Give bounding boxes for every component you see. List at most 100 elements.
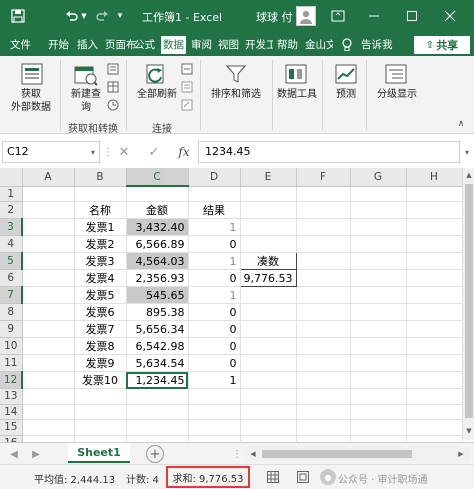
select-all-corner[interactable] [0,168,23,187]
cell-f9[interactable] [296,320,351,338]
edit-links-icon[interactable] [180,98,194,112]
tab-insert[interactable]: 插入 [77,36,98,54]
cell-e9[interactable] [240,320,297,338]
cell-e4[interactable] [240,235,297,253]
cell-g11[interactable] [350,354,407,372]
cell-d3[interactable]: 1 [188,218,241,236]
cell-e14[interactable] [240,404,297,420]
cell-g1[interactable] [350,186,407,202]
minimize-icon[interactable] [366,8,382,24]
cell-f1[interactable] [296,186,351,202]
cell-d11[interactable]: 0 [188,354,241,372]
scroll-right-icon[interactable]: ▶ [456,449,466,459]
cell-b7[interactable]: 发票5 [74,286,127,304]
cell-e3[interactable] [240,218,297,236]
prev-sheet-icon[interactable]: ◀ [8,447,20,461]
refresh-all-icon[interactable] [142,60,170,88]
undo-dropdown-icon[interactable]: ▼ [80,12,88,20]
cell-g7[interactable] [350,286,407,304]
properties-icon[interactable] [180,80,194,94]
cell-a15[interactable] [22,419,75,436]
cell-g6[interactable] [350,269,407,287]
cell-h15[interactable] [406,419,463,436]
cell-d4[interactable]: 0 [188,235,241,253]
cell-f10[interactable] [296,337,351,355]
tab-view[interactable]: 视图 [218,36,239,54]
cell-a8[interactable] [22,303,75,321]
cell-f3[interactable] [296,218,351,236]
row-header-12[interactable]: 12 [0,371,23,389]
cell-h1[interactable] [406,186,463,202]
row-header-6[interactable]: 6 [0,269,23,287]
tab-developer[interactable]: 开发工 [245,36,273,54]
row-header-14[interactable]: 14 [0,404,23,420]
cell-g9[interactable] [350,320,407,338]
cell-c1[interactable] [126,186,189,202]
cell-a9[interactable] [22,320,75,338]
maximize-icon[interactable] [404,8,420,24]
cell-c6[interactable]: 2,356.93 [126,269,189,287]
ribbon-display-icon[interactable] [330,8,346,24]
cell-f2[interactable] [296,201,351,219]
next-sheet-icon[interactable]: ▶ [30,447,42,461]
cell-b6[interactable]: 发票4 [74,269,127,287]
undo-icon[interactable] [64,8,80,24]
chevron-down-icon[interactable]: ▾ [88,145,98,159]
cell-d8[interactable]: 0 [188,303,241,321]
cell-f11[interactable] [296,354,351,372]
cell-h3[interactable] [406,218,463,236]
connections-icon[interactable] [180,62,194,76]
cell-b14[interactable] [74,404,127,420]
row-header-15[interactable]: 15 [0,419,23,436]
normal-view-icon[interactable] [266,470,280,484]
close-icon[interactable] [442,8,458,24]
cell-d2[interactable]: 结果 [188,201,241,219]
tab-page-layout[interactable]: 页面布 [105,36,137,54]
cell-g2[interactable] [350,201,407,219]
data-tools-icon[interactable] [282,60,310,88]
row-header-9[interactable]: 9 [0,320,23,338]
get-external-data-icon[interactable] [18,60,46,88]
cell-b1[interactable] [74,186,127,202]
formula-input[interactable]: 1234.45 [198,141,460,163]
tell-me-box[interactable]: 告诉我 [361,36,393,54]
cell-a1[interactable] [22,186,75,202]
add-sheet-icon[interactable]: + [146,445,164,463]
cell-a7[interactable] [22,286,75,304]
cell-d7[interactable]: 1 [188,286,241,304]
cell-g15[interactable] [350,419,407,436]
cell-b9[interactable]: 发票7 [74,320,127,338]
sort-filter-button[interactable]: 排序和筛选 [205,88,267,101]
show-queries-icon[interactable] [106,62,120,76]
cell-e10[interactable] [240,337,297,355]
cell-b13[interactable] [74,388,127,405]
cell-b15[interactable] [74,419,127,436]
cell-h8[interactable] [406,303,463,321]
cell-e12[interactable] [240,371,297,389]
cell-table[interactable]: A B C D E F G H 1 2 名称 金额 结果 3 发票1 3,432.40 1 4 发票2 6,566.8… [0,168,463,451]
status-sum-box[interactable]: 求和: 9,776.53 [166,466,250,488]
get-external-data-button[interactable]: 获取 外部数据 [4,88,58,114]
cell-g3[interactable] [350,218,407,236]
cell-d9[interactable]: 0 [188,320,241,338]
cell-h5[interactable] [406,252,463,270]
column-header-g[interactable]: G [350,168,407,187]
cell-h10[interactable] [406,337,463,355]
cell-f8[interactable] [296,303,351,321]
scroll-thumb[interactable] [262,450,412,458]
cell-d1[interactable] [188,186,241,202]
row-header-3[interactable]: 3 [0,218,23,236]
save-icon[interactable] [10,8,26,24]
cell-f12[interactable] [296,371,351,389]
new-query-icon[interactable] [72,60,100,88]
cell-a3[interactable] [22,218,75,236]
enter-icon[interactable]: ✓ [146,144,162,160]
forecast-icon[interactable] [332,60,360,88]
cell-f14[interactable] [296,404,351,420]
side-box-label[interactable]: 凑数 [239,252,297,270]
cell-g12[interactable] [350,371,407,389]
avatar[interactable] [296,6,316,26]
page-layout-view-icon[interactable] [296,470,310,484]
cell-h13[interactable] [406,388,463,405]
outline-icon[interactable] [382,60,410,88]
